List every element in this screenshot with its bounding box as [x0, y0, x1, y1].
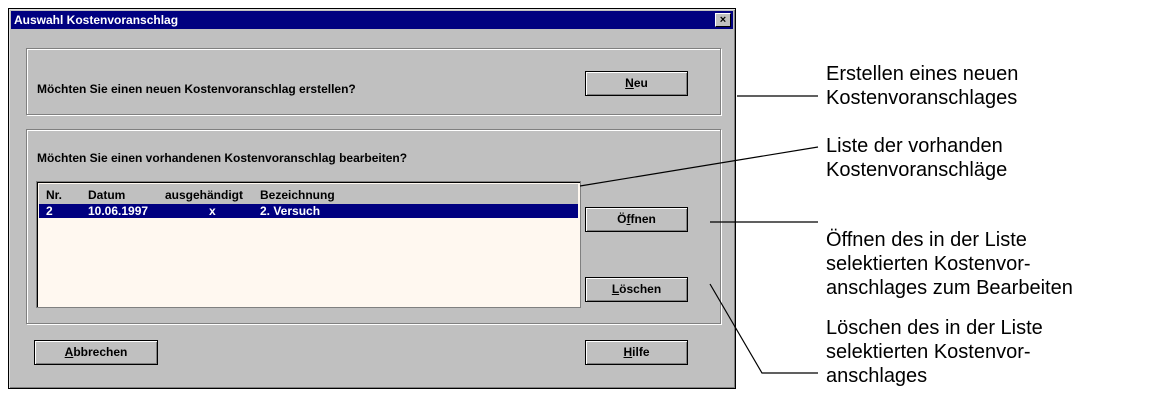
annotation-delete-line-1: Löschen des in der Liste [826, 317, 1043, 339]
annotation-open-line-2: selektierten Kostenvor- [826, 253, 1031, 275]
annotation-open-line-1: Öffnen des in der Liste [826, 229, 1027, 251]
annotation-list: Liste der vorhanden Kostenvoranschläge [826, 134, 1007, 182]
annotation-new-line-1: Erstellen eines neuen [826, 63, 1019, 85]
annotation-new: Erstellen eines neuen Kostenvoranschlage… [826, 62, 1018, 110]
annotation-list-line-2: Kostenvoranschläge [826, 159, 1008, 181]
annotation-delete: Löschen des in der Liste selektierten Ko… [826, 316, 1043, 388]
annotation-list-line-1: Liste der vorhanden [826, 135, 1003, 157]
annotation-delete-line-3: anschlages [826, 365, 928, 387]
annotation-open: Öffnen des in der Liste selektierten Kos… [826, 228, 1073, 300]
callout-line-list [579, 146, 819, 187]
annotation-delete-line-2: selektierten Kostenvor- [826, 341, 1031, 363]
annotation-new-line-2: Kostenvoranschlages [826, 87, 1018, 109]
callout-line-delete [709, 283, 818, 374]
annotation-open-line-3: anschlages zum Bearbeiten [826, 277, 1073, 299]
